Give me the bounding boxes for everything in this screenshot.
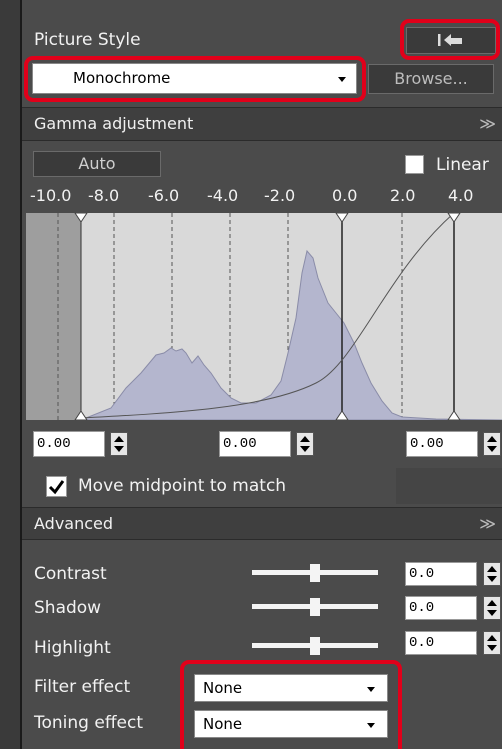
picture-style-title: Picture Style [34,30,141,50]
gamma-scale: -10.0 -8.0 -6.0 -4.0 -2.0 0.0 2.0 4.0 [30,186,502,208]
collapse-chevron-icon: ≫ [479,514,496,533]
scale-label: 4.0 [448,186,474,205]
gamma-section-header[interactable]: Gamma adjustment ≫ [22,107,502,141]
spin-up-down-icon[interactable] [296,432,314,456]
advanced-section-title: Advanced [34,514,114,533]
shadow-slider-thumb[interactable] [310,598,320,616]
gamma-mid-field[interactable]: 0.00 [219,431,291,457]
midpoint-label: Move midpoint to match [78,476,287,496]
effects-highlight [180,660,402,749]
highlight-slider-thumb[interactable] [310,637,320,655]
highlight-field[interactable]: 0.0 [405,631,477,655]
shadow-label: Shadow [34,598,102,618]
spin-up-down-icon[interactable] [483,631,501,655]
shadow-field[interactable]: 0.0 [405,596,477,620]
spin-up-down-icon[interactable] [483,562,501,586]
picture-style-highlight [24,56,366,102]
toning-effect-label: Toning effect [34,713,144,733]
checkmark-icon [48,480,65,495]
gamma-left-field[interactable]: 0.00 [33,431,105,457]
filter-effect-label: Filter effect [34,677,131,697]
scale-label: 2.0 [390,186,416,205]
gamma-histogram[interactable] [26,213,502,420]
spin-up-down-icon[interactable] [110,432,128,456]
gamma-right-field[interactable]: 0.00 [406,431,478,457]
scale-label: 0.0 [332,186,358,205]
scale-label: -8.0 [88,186,120,205]
linear-checkbox[interactable] [405,155,424,174]
contrast-field[interactable]: 0.0 [405,562,477,586]
browse-button[interactable]: Browse... [368,64,494,94]
spin-up-down-icon[interactable] [483,596,501,620]
scale-label: -2.0 [264,186,296,205]
reset-button-highlight [400,19,500,60]
scale-label: -4.0 [207,186,239,205]
window-frame-left [0,0,20,749]
scale-label: -6.0 [148,186,180,205]
midpoint-checkbox[interactable] [46,476,67,497]
advanced-section-header[interactable]: Advanced ≫ [22,507,502,540]
gamma-section-title: Gamma adjustment [34,114,194,133]
linear-label: Linear [436,155,489,175]
contrast-slider-thumb[interactable] [310,564,320,582]
auto-button[interactable]: Auto [33,151,161,177]
collapse-chevron-icon: ≫ [479,114,496,133]
spin-up-down-icon[interactable] [483,432,501,456]
contrast-label: Contrast [34,564,107,584]
scale-label: -10.0 [30,186,72,205]
empty-panel-area [396,468,502,504]
highlight-label: Highlight [34,638,111,658]
